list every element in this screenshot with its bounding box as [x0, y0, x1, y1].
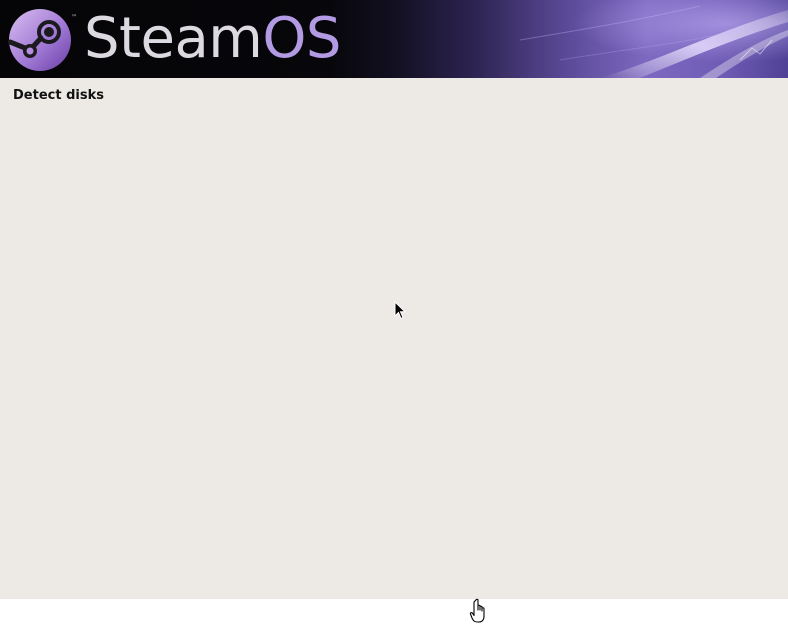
arrow-cursor-icon: [394, 301, 406, 320]
installer-window: ™ SteamOS Detect disks: [0, 0, 788, 599]
steam-logo-icon: [8, 9, 71, 71]
wordmark-steam: Steam: [84, 6, 263, 71]
steamos-banner: ™ SteamOS: [0, 0, 788, 78]
wordmark-os: OS: [262, 6, 341, 71]
step-title: Detect disks: [13, 88, 104, 103]
steamos-wordmark: SteamOS: [84, 6, 341, 72]
hand-cursor-icon: [469, 598, 485, 623]
trademark-symbol: ™: [71, 14, 77, 21]
